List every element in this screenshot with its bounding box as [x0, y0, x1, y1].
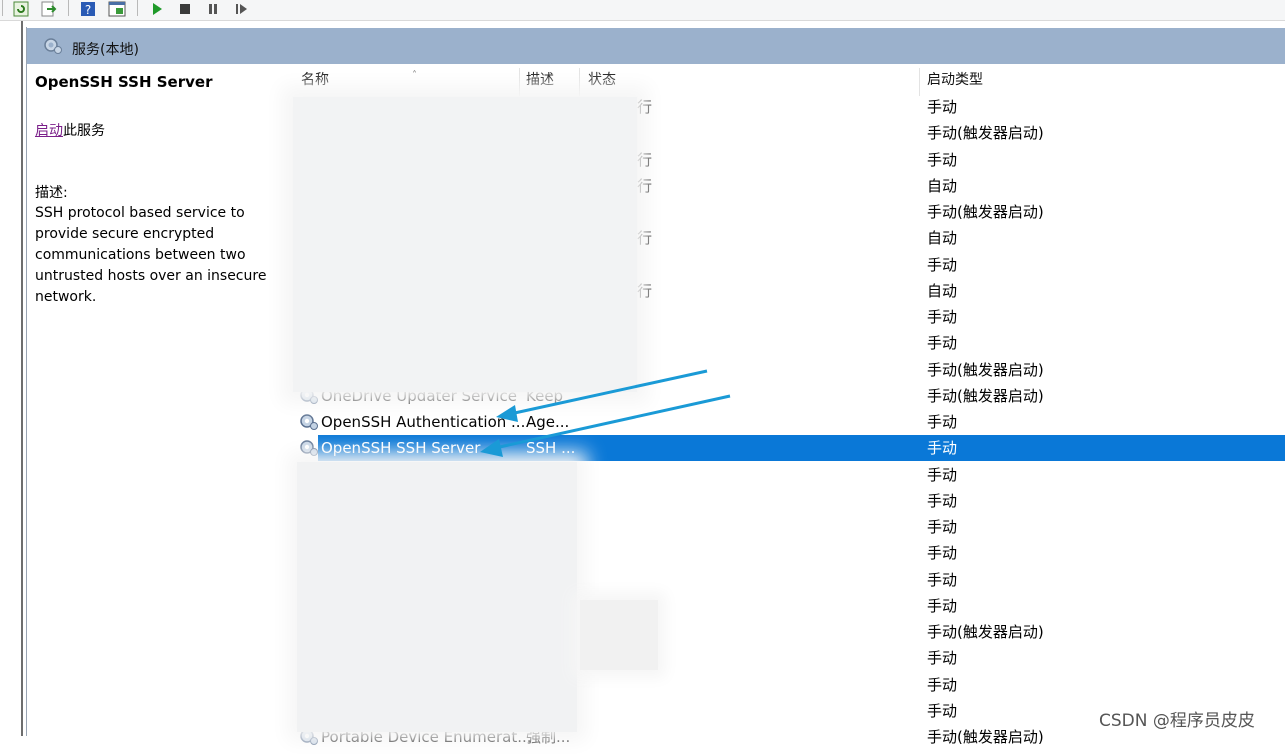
service-status-cell: 行 — [637, 281, 653, 300]
column-header-startup[interactable]: 启动类型 — [927, 64, 983, 96]
description-text: SSH protocol based service to provide se… — [35, 205, 267, 305]
service-startup-cell: 手动 — [927, 439, 958, 458]
export-list-icon[interactable] — [40, 0, 58, 17]
redacted-region — [297, 462, 577, 732]
description-label: 描述: — [35, 185, 68, 201]
service-row[interactable]: OpenSSH Authentication ... Age... 手动 — [290, 409, 1285, 435]
services-header-title: 服务(本地) — [72, 42, 139, 58]
service-row[interactable]: OpenSSH SSH Server SSH ... 手动 — [300, 435, 1285, 462]
service-startup-cell: 手动 — [927, 649, 958, 668]
services-header: 服务(本地) — [27, 28, 1285, 64]
service-startup-cell: 手动 — [927, 255, 958, 274]
start-service-line: 启动此服务 — [35, 120, 105, 140]
stop-service-icon[interactable] — [176, 0, 194, 17]
service-startup-cell: 手动(触发器启动) — [927, 386, 1044, 405]
properties-icon[interactable] — [108, 0, 126, 17]
refresh-icon[interactable] — [12, 0, 30, 17]
start-service-link[interactable]: 启动 — [35, 123, 63, 139]
service-detail-panel: OpenSSH SSH Server 启动此服务 描述: SSH protoco… — [27, 64, 289, 736]
service-status-cell: 行 — [637, 98, 653, 116]
service-desc-cell: SSH ... — [526, 439, 576, 458]
column-name-label: 名称 — [301, 72, 329, 88]
redacted-region — [580, 600, 658, 670]
service-startup-cell: 手动 — [927, 150, 958, 169]
service-gear-icon — [299, 413, 319, 439]
csdn-watermark: CSDN @程序员皮皮 — [1099, 711, 1255, 731]
toolbar-separator — [68, 0, 69, 16]
toolbar: ? — [0, 0, 1285, 21]
column-divider[interactable] — [519, 68, 520, 96]
redacted-region — [293, 97, 637, 392]
service-startup-cell: 手动 — [927, 544, 958, 563]
service-desc-cell: Age... — [526, 413, 570, 431]
toolbar-separator — [137, 0, 138, 16]
service-startup-cell: 自动 — [927, 229, 958, 248]
resume-service-icon[interactable] — [232, 0, 250, 17]
service-startup-cell: 自动 — [927, 281, 958, 300]
service-startup-cell: 手动(触发器启动) — [927, 360, 1044, 379]
service-startup-cell: 手动 — [927, 491, 958, 510]
service-startup-cell: 手动(触发器启动) — [927, 124, 1044, 143]
svg-text:?: ? — [85, 3, 91, 17]
service-startup-cell: 手动 — [927, 596, 958, 615]
toolbar-separator — [2, 0, 3, 16]
console-tree-edge — [0, 21, 24, 736]
service-startup-cell: 手动 — [927, 518, 958, 536]
services-gear-icon — [43, 37, 63, 59]
detail-service-name: OpenSSH SSH Server — [35, 73, 213, 91]
pause-service-icon[interactable] — [204, 0, 222, 17]
service-name-cell: OpenSSH SSH Server — [321, 439, 481, 458]
column-divider[interactable] — [579, 68, 580, 96]
column-header-name[interactable]: 名称 ˄ — [301, 64, 417, 96]
service-startup-cell: 手动 — [927, 465, 958, 484]
start-service-icon[interactable] — [148, 0, 166, 17]
service-startup-cell: 手动 — [927, 675, 958, 694]
service-startup-cell: 手动(触发器启动) — [927, 728, 1044, 746]
service-startup-cell: 手动 — [927, 98, 958, 116]
service-status-cell: 行 — [637, 229, 653, 248]
service-status-cell: 行 — [637, 150, 653, 169]
service-name-cell: OpenSSH Authentication ... — [321, 413, 526, 431]
column-header-desc[interactable]: 描述 — [526, 64, 554, 96]
service-startup-cell: 手动(触发器启动) — [927, 203, 1044, 221]
service-startup-cell: 手动 — [927, 334, 958, 353]
start-service-suffix: 此服务 — [63, 123, 105, 139]
service-startup-cell: 手动 — [927, 413, 958, 431]
help-icon[interactable]: ? — [79, 0, 97, 17]
service-startup-cell: 自动 — [927, 176, 958, 195]
service-startup-cell: 手动 — [927, 701, 958, 720]
service-startup-cell: 手动 — [927, 570, 958, 589]
service-startup-cell: 手动 — [927, 308, 958, 326]
service-status-cell: 行 — [637, 176, 653, 195]
column-header-status[interactable]: 状态 — [588, 64, 616, 96]
service-startup-cell: 手动(触发器启动) — [927, 623, 1044, 641]
column-divider[interactable] — [919, 68, 920, 96]
sort-ascending-icon: ˄ — [412, 70, 417, 81]
